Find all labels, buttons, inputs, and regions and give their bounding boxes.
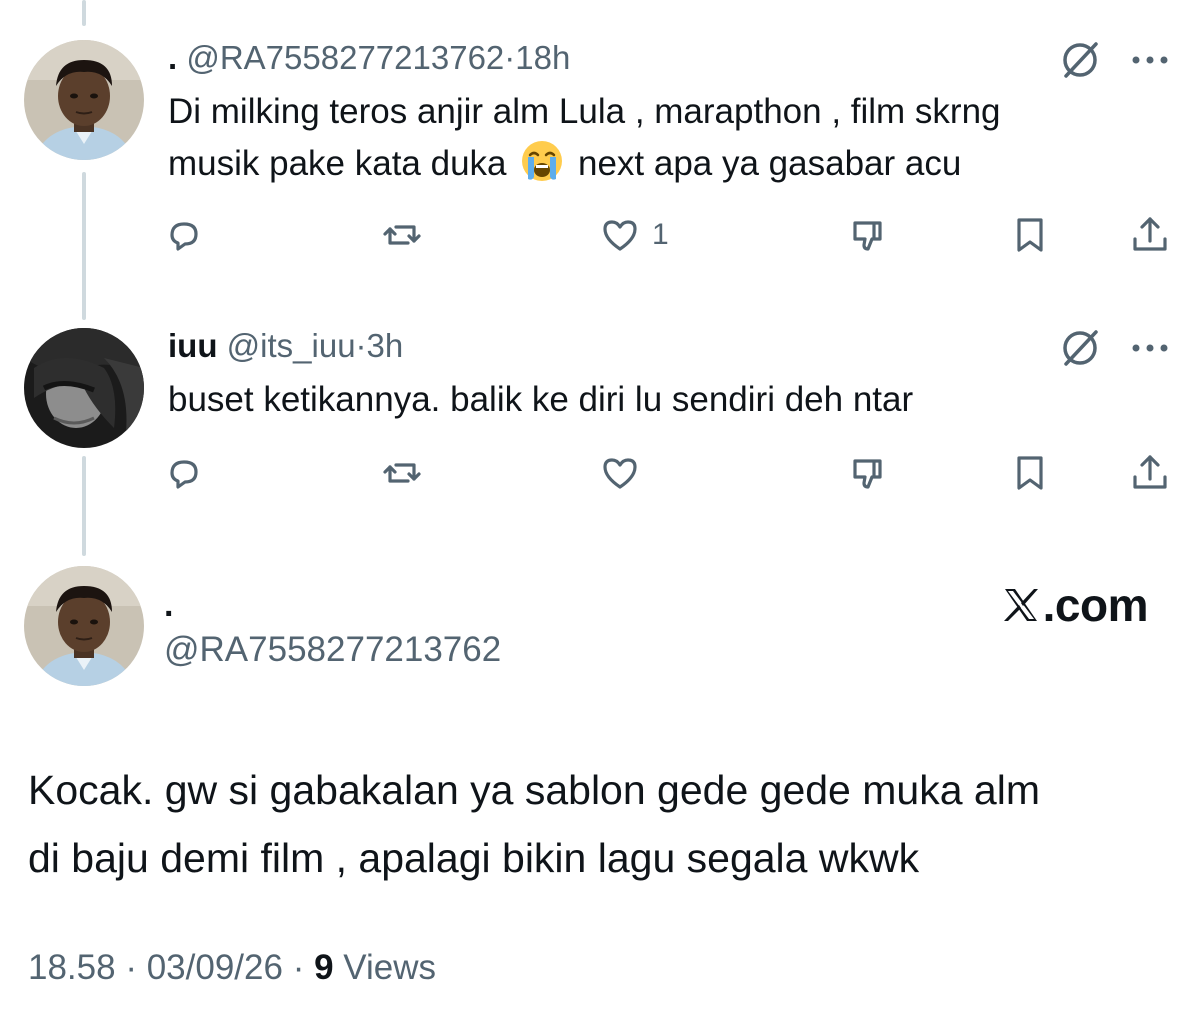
share-button[interactable] [1130,210,1170,260]
avatar[interactable] [24,328,144,448]
dislike-button[interactable] [850,210,890,260]
post-text: Kocak. gw si gabakalan ya sablon gede ge… [28,756,1040,892]
brand-text: .com [1042,579,1149,631]
separator-dot: · [125,948,137,987]
reply-1-text: Di milking teros anjir alm Lula , marapt… [168,86,1001,190]
display-name[interactable]: iuu [168,327,217,364]
thumbs-down-icon [850,215,890,255]
bookmark-button[interactable] [1010,210,1050,260]
views-count[interactable]: 9 [314,948,333,987]
thread-line-1 [82,172,86,320]
dislike-button[interactable] [850,448,890,498]
thread-line-top [82,0,86,26]
heart-icon [600,453,640,493]
bookmark-icon [1010,453,1050,493]
grok-slash-icon[interactable] [1058,326,1102,370]
views-label: Views [343,948,437,987]
user-handle[interactable]: @its_iuu [227,327,356,364]
like-button[interactable]: 1 [600,210,669,260]
reply-2-actions [164,448,1174,498]
reply-1-actions: 1 [164,210,1174,260]
reply-1-header: . @RA7558277213762·18h [168,38,570,78]
more-dots-icon[interactable] [1128,326,1172,370]
avatar[interactable] [24,566,144,686]
post-text-line-2: di baju demi film , apalagi bikin lagu s… [28,835,920,881]
share-upload-icon [1130,215,1170,255]
reply-2-text: buset ketikannya. balik ke diri lu sendi… [168,380,914,419]
bookmark-button[interactable] [1010,448,1050,498]
bookmark-icon [1010,215,1050,255]
like-button[interactable] [600,448,640,498]
repost-button[interactable] [382,210,422,260]
thumbs-down-icon [850,453,890,493]
display-name[interactable]: . [168,39,177,76]
separator-dot: · [504,39,516,76]
post-text-line-1: Kocak. gw si gabakalan ya sablon gede ge… [28,767,1040,813]
separator-dot: · [355,327,367,364]
user-handle[interactable]: @RA7558277213762 [164,630,501,670]
reply-2-header: iuu @its_iuu·3h [168,326,403,366]
separator-dot: · [292,948,305,987]
x-logo-icon [1001,585,1043,625]
post-time[interactable]: 18.58 [28,948,116,987]
share-upload-icon [1130,453,1170,493]
thread-line-2 [82,456,86,556]
post-time[interactable]: 18h [515,39,570,76]
grok-slash-icon[interactable] [1058,38,1102,82]
text-line-2: musik pake kata duka next apa ya gasabar… [168,138,1001,190]
repost-icon [382,453,422,493]
reply-button[interactable] [164,448,204,498]
loudly-crying-face-icon [520,139,564,183]
post-time[interactable]: 3h [367,327,404,364]
post-date[interactable]: 03/09/26 [147,948,283,987]
brand-watermark: .com [1001,578,1149,632]
reply-bubble-icon [164,215,204,255]
repost-icon [382,215,422,255]
repost-button[interactable] [382,448,422,498]
more-dots-icon[interactable] [1128,38,1172,82]
reply-button[interactable] [164,210,204,260]
text-line-1: Di milking teros anjir alm Lula , marapt… [168,92,1001,131]
reply-bubble-icon [164,453,204,493]
display-name[interactable]: . [164,586,173,625]
avatar[interactable] [24,40,144,160]
user-handle[interactable]: @RA7558277213762 [186,39,504,76]
text-after-emoji: next apa ya gasabar acu [577,144,962,183]
share-button[interactable] [1130,448,1170,498]
heart-icon [600,215,640,255]
text-before-emoji: musik pake kata duka [168,144,507,183]
like-count: 1 [652,218,669,251]
post-meta: 18.58 · 03/09/26 · 9 Views [28,948,436,988]
